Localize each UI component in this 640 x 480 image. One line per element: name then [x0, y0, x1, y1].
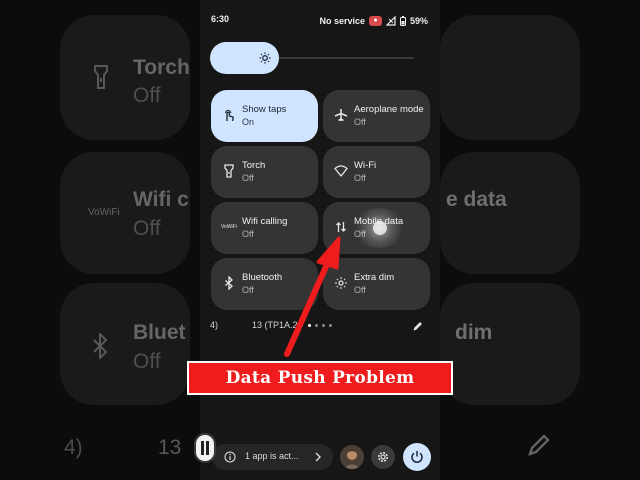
annotation-arrow — [284, 236, 341, 357]
annotation-banner: Data Push Problem — [187, 361, 453, 395]
annotation-text: Data Push Problem — [225, 368, 415, 388]
arrow-head — [316, 236, 341, 270]
arrow-shaft — [284, 259, 331, 357]
